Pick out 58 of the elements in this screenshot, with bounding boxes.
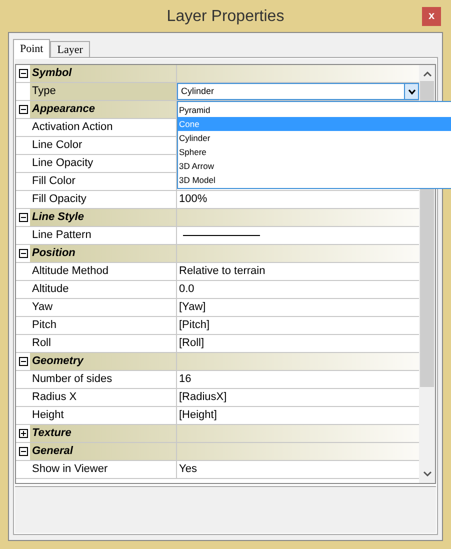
property-name[interactable]: Fill Opacity	[30, 191, 177, 208]
property-name[interactable]: Activation Action	[30, 119, 177, 136]
category-title: Geometry	[30, 353, 177, 370]
collapse-icon[interactable]	[18, 357, 28, 366]
property-value: [Roll]	[178, 336, 204, 351]
collapse-icon[interactable]	[18, 249, 28, 258]
scroll-up-icon[interactable]	[422, 71, 432, 77]
category-header[interactable]: General	[30, 443, 419, 460]
property-value: 0.0	[178, 282, 194, 297]
property-name[interactable]: Line Color	[30, 137, 177, 154]
category-header[interactable]: Symbol	[30, 65, 419, 82]
collapse-icon[interactable]	[18, 213, 28, 222]
tab[interactable]: Layer	[50, 41, 90, 57]
dropdown-list[interactable]: Pyramid Cone Cylinder Sphere 3D Arrow 3D Model	[177, 101, 451, 189]
category-title: Symbol	[30, 65, 177, 82]
category-header[interactable]: Line Style	[30, 209, 419, 226]
property-name[interactable]: Altitude Method	[30, 263, 177, 280]
property-name[interactable]: Yaw	[30, 299, 177, 316]
property-value: Relative to terrain	[178, 264, 266, 279]
dropdown-option[interactable]: Pyramid	[178, 103, 451, 117]
expand-icon[interactable]	[18, 429, 28, 438]
property-name[interactable]: Fill Color	[30, 173, 177, 190]
property-name[interactable]: Pitch	[30, 317, 177, 334]
property-name[interactable]: Show in Viewer	[30, 461, 177, 478]
category-title: General	[30, 443, 177, 460]
dropdown-option[interactable]: 3D Arrow	[178, 159, 451, 173]
category-header[interactable]: Texture	[30, 425, 419, 442]
category-header[interactable]: Position	[30, 245, 419, 262]
property-value: 100%	[178, 192, 208, 207]
window-title: Layer Properties	[166, 6, 284, 26]
property-name[interactable]: Type	[30, 83, 177, 100]
type-dropdown[interactable]: Cylinder	[177, 83, 419, 100]
property-value: [Pitch]	[178, 318, 210, 333]
dropdown-option[interactable]: Cylinder	[178, 131, 451, 145]
tab[interactable]: Point	[13, 39, 50, 58]
property-value: 16	[178, 372, 192, 387]
property-name[interactable]: Height	[30, 407, 177, 424]
collapse-icon[interactable]	[18, 69, 28, 78]
property-value: [Yaw]	[178, 300, 206, 315]
category-title: Line Style	[30, 209, 177, 226]
property-value: Yes	[178, 462, 197, 477]
property-value: [RadiusX]	[178, 390, 227, 405]
property-name[interactable]: Radius X	[30, 389, 177, 406]
close-button[interactable]: x	[422, 6, 441, 26]
category-header[interactable]: Geometry	[30, 353, 419, 370]
dropdown-option[interactable]: Sphere	[178, 145, 451, 159]
dropdown-option[interactable]: 3D Model	[178, 173, 451, 187]
property-name[interactable]: Altitude	[30, 281, 177, 298]
category-title: Position	[30, 245, 177, 262]
category-title: Texture	[30, 425, 177, 442]
property-name[interactable]: Line Opacity	[30, 155, 177, 172]
collapse-icon[interactable]	[18, 105, 28, 114]
property-name[interactable]: Roll	[30, 335, 177, 352]
scroll-down-icon[interactable]	[422, 471, 432, 477]
property-name[interactable]: Line Pattern	[30, 227, 177, 244]
collapse-icon[interactable]	[18, 447, 28, 456]
property-name[interactable]: Number of sides	[30, 371, 177, 388]
property-value: [Height]	[178, 408, 217, 423]
